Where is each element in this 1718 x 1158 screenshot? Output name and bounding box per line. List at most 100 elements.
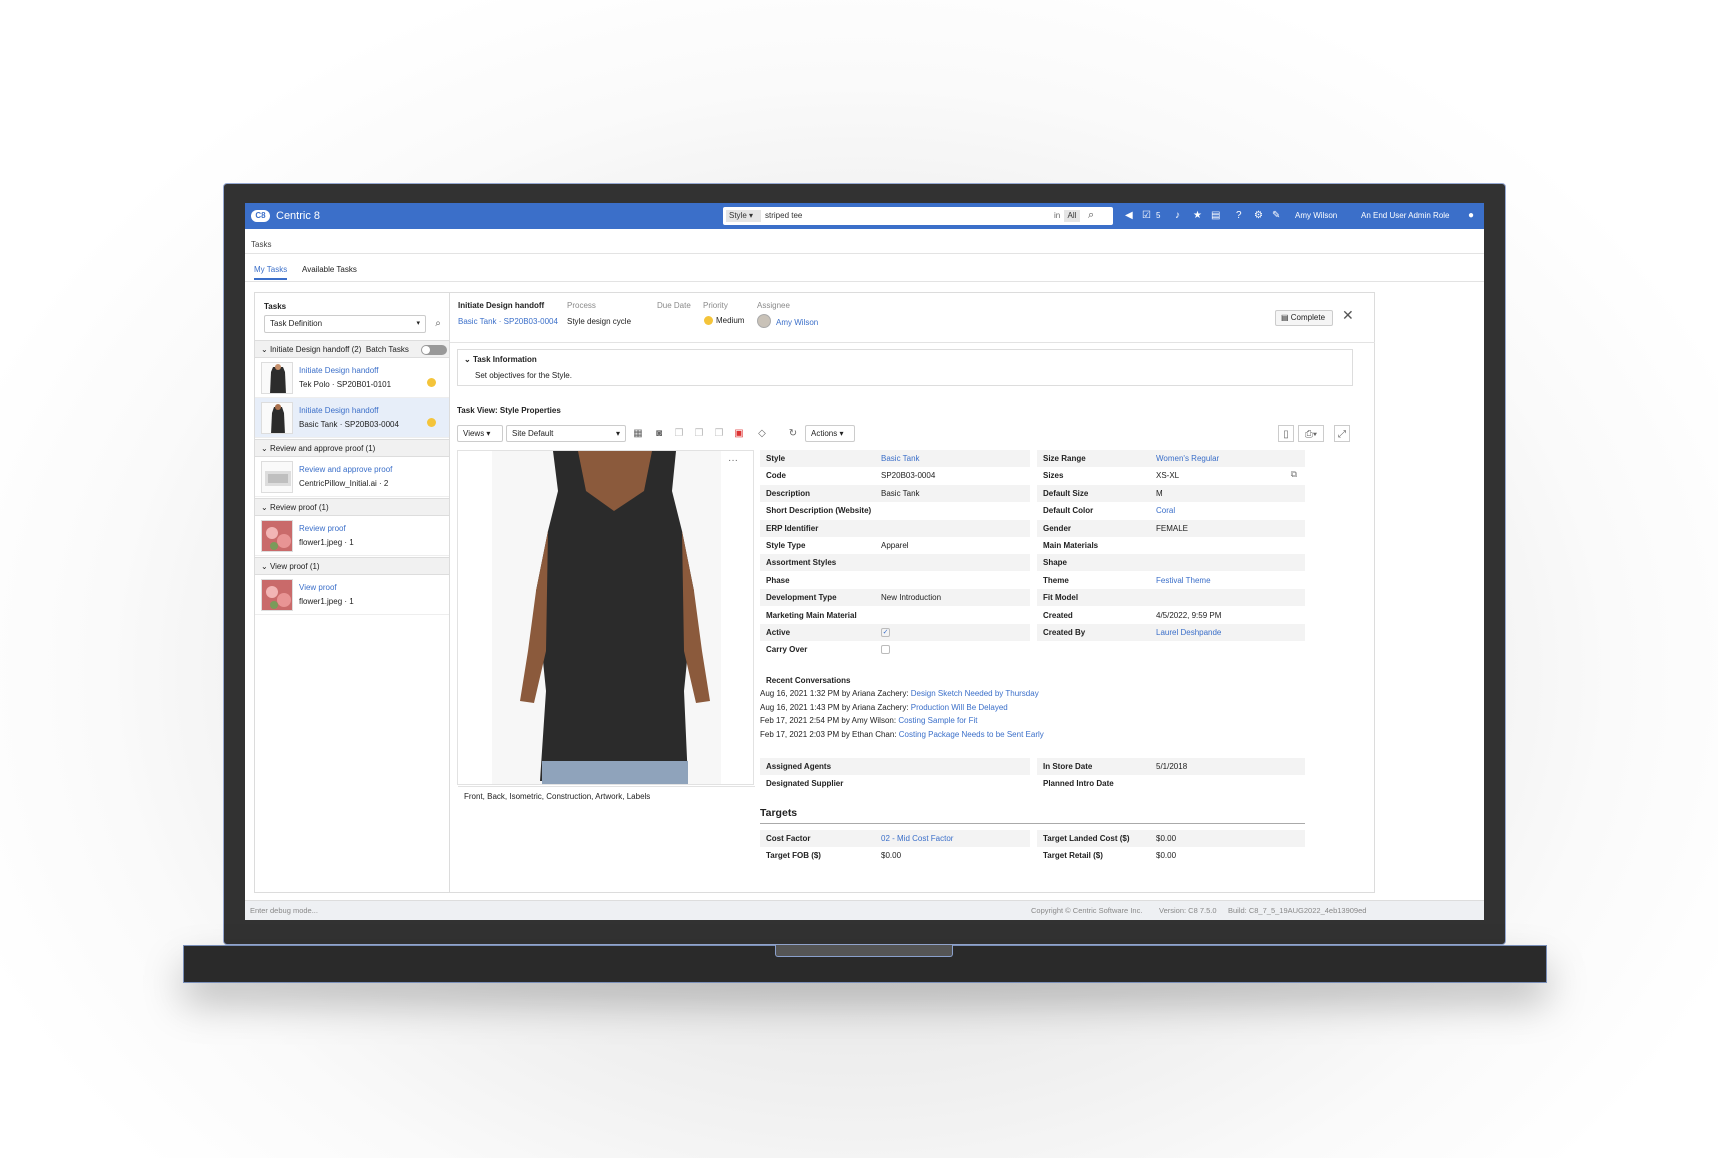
property-value: FEMALE (1156, 523, 1189, 533)
property-value[interactable]: 02 - Mid Cost Factor (881, 834, 953, 843)
batch-tasks-toggle[interactable] (421, 345, 447, 355)
back-icon[interactable]: ◀ (1125, 209, 1133, 223)
print-icon[interactable]: ⎙▾ (1298, 425, 1324, 442)
list-item[interactable]: View proof flower1.jpeg · 1 (255, 575, 449, 615)
tag-icon[interactable]: ◇ (754, 425, 770, 442)
list-item[interactable]: Initiate Design handoff Basic Tank · SP2… (255, 398, 449, 438)
breadcrumb[interactable]: Tasks (251, 240, 271, 249)
property-value: Apparel (881, 541, 909, 550)
expand-icon[interactable]: ⤢ (1334, 425, 1350, 442)
property-value[interactable]: Basic Tank (881, 454, 920, 463)
search-in-label: in (1054, 211, 1061, 220)
debug-mode-link[interactable]: Enter debug mode... (250, 901, 318, 920)
conversation-meta: Feb 17, 2021 2:54 PM by Amy Wilson: (760, 716, 897, 725)
property-value: $0.00 (1156, 851, 1177, 860)
task-filter-select[interactable]: Task Definition ▾ (264, 315, 426, 333)
tab-available-tasks[interactable]: Available Tasks (302, 265, 357, 274)
property-row: Phase (760, 572, 1030, 589)
task-information-title[interactable]: ⌄ Task Information (464, 355, 537, 364)
tab-my-tasks[interactable]: My Tasks (254, 265, 288, 280)
views-dropdown[interactable]: Views ▾ (457, 425, 503, 442)
group-review-approve[interactable]: ⌄ Review and approve proof (1) (255, 439, 449, 457)
item-thumbnail (261, 362, 293, 394)
group-view-proof[interactable]: ⌄ View proof (1) (255, 557, 449, 575)
assignee-value[interactable]: Amy Wilson (776, 318, 818, 327)
list-item[interactable]: Review proof flower1.jpeg · 1 (255, 516, 449, 556)
app-logo[interactable]: C8 (251, 210, 270, 222)
close-icon[interactable]: ✕ (1342, 307, 1354, 324)
user-avatar-icon[interactable]: ● (1468, 209, 1474, 223)
actions-dropdown[interactable]: Actions ▾ (805, 425, 855, 442)
property-row: Fit Model (1037, 589, 1305, 607)
property-row: Cost Factor 02 - Mid Cost Factor (760, 830, 1030, 847)
property-label: Planned Intro Date (1043, 779, 1114, 788)
property-value[interactable]: Coral (1156, 506, 1175, 515)
property-value: M (1156, 488, 1163, 498)
style-image-panel: ··· Front, Back, Isometric, Construction… (457, 450, 755, 804)
site-default-dropdown[interactable]: Site Default ▾ (506, 425, 626, 442)
tasks-icon[interactable]: ☑ (1142, 209, 1151, 223)
item-link[interactable]: Initiate Design handoff (299, 366, 378, 375)
layout-icon[interactable]: ▦ (630, 425, 646, 442)
star-icon[interactable]: ★ (1193, 209, 1202, 223)
group-review-proof[interactable]: ⌄ Review proof (1) (255, 498, 449, 516)
property-value: $0.00 (881, 851, 902, 860)
property-value: XS-XL (1156, 471, 1180, 481)
flag-icon[interactable]: ▣ (731, 425, 747, 442)
property-value[interactable]: Festival Theme (1156, 576, 1211, 585)
recent-conversations-title: Recent Conversations (766, 676, 851, 685)
conversation-link[interactable]: Production Will Be Delayed (911, 703, 1008, 712)
search-input[interactable]: striped tee (765, 210, 802, 222)
property-value[interactable]: Women's Regular (1156, 454, 1219, 463)
user-role[interactable]: An End User Admin Role (1361, 211, 1450, 220)
item-sub: CentricPillow_Initial.ai · 2 (299, 479, 389, 488)
complete-button[interactable]: ▤ Complete (1275, 310, 1333, 326)
conversation-link[interactable]: Costing Package Needs to be Sent Early (899, 730, 1044, 739)
image-more-icon[interactable]: ··· (728, 455, 738, 466)
conversation-item: Feb 17, 2021 2:03 PM by Ethan Chan: Cost… (760, 730, 1044, 739)
user-name[interactable]: Amy Wilson (1295, 211, 1337, 220)
edit-sizes-icon[interactable]: ⧉ (1291, 469, 1297, 480)
refresh-icon[interactable]: ↻ (785, 425, 801, 442)
pdf-icon[interactable]: ▯ (1278, 425, 1294, 442)
property-row: Target FOB ($) $0.00 (760, 847, 1030, 864)
app-title[interactable]: Centric 8 (276, 210, 320, 222)
search-in-select[interactable]: All (1064, 210, 1080, 222)
task-style-link[interactable]: Basic Tank · SP20B03-0004 (458, 317, 558, 326)
help-icon[interactable]: ? (1236, 209, 1242, 223)
priority-dot (427, 418, 436, 427)
wrench-icon[interactable]: ✎ (1272, 209, 1280, 223)
item-link[interactable]: Review proof (299, 524, 346, 533)
item-link[interactable]: Initiate Design handoff (299, 406, 378, 415)
delete-icon[interactable]: ❐ (711, 425, 727, 442)
item-link[interactable]: Review and approve proof (299, 465, 392, 474)
property-value[interactable]: Laurel Deshpande (1156, 628, 1221, 637)
property-row: Target Retail ($) $0.00 (1037, 847, 1305, 864)
top-bar: C8 Centric 8 Style ▾ striped tee in All … (245, 203, 1484, 229)
group-initiate-design[interactable]: ⌄ Initiate Design handoff (2) Batch Task… (255, 340, 449, 358)
property-label: Active (766, 628, 791, 637)
gear-icon[interactable]: ⚙ (1254, 209, 1263, 223)
task-search-icon[interactable]: ⌕ (430, 315, 446, 333)
search-icon[interactable]: ⌕ (1088, 209, 1094, 222)
conversation-link[interactable]: Costing Sample for Fit (898, 716, 977, 725)
bell-icon[interactable]: ♪ (1175, 209, 1180, 223)
list-item[interactable]: Review and approve proof CentricPillow_I… (255, 457, 449, 497)
carry-over-checkbox[interactable] (881, 645, 890, 655)
list-item[interactable]: Initiate Design handoff Tek Polo · SP20B… (255, 358, 449, 398)
paste-icon[interactable]: ❐ (691, 425, 707, 442)
property-label: ERP Identifier (766, 523, 819, 533)
image-caption[interactable]: Front, Back, Isometric, Construction, Ar… (458, 786, 755, 804)
property-label: Theme (1043, 575, 1069, 585)
pages-icon[interactable]: ▤ (1211, 209, 1220, 223)
copy-icon[interactable]: ❐ (671, 425, 687, 442)
active-checkbox[interactable]: ✓ (881, 628, 890, 637)
conversation-link[interactable]: Design Sketch Needed by Thursday (911, 689, 1039, 698)
search-scope-select[interactable]: Style ▾ (726, 210, 761, 222)
item-link[interactable]: View proof (299, 583, 337, 592)
global-search[interactable]: Style ▾ striped tee in All ⌕ (723, 207, 1113, 225)
priority-value[interactable]: Medium (716, 316, 744, 325)
item-sub: flower1.jpeg · 1 (299, 538, 354, 547)
product-image[interactable] (458, 451, 755, 786)
camera-icon[interactable]: ◙ (651, 425, 667, 442)
